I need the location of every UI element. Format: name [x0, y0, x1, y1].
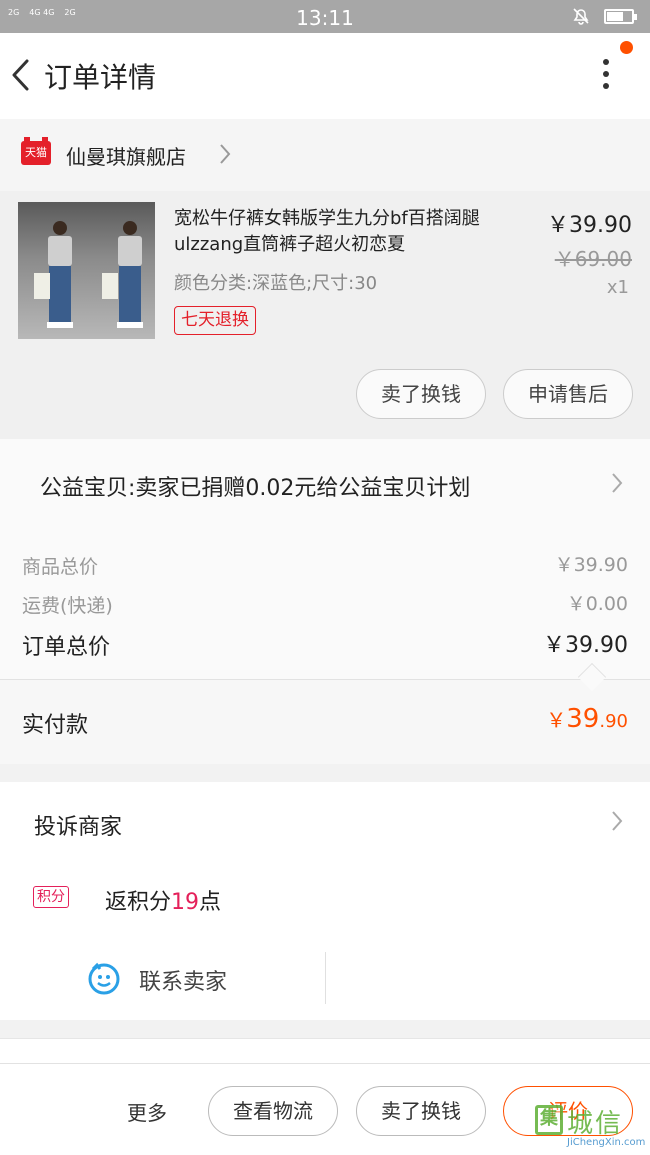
tote-bag-icon-2: [102, 273, 118, 299]
paid-currency: ￥: [546, 708, 567, 732]
points-value: 19: [171, 890, 200, 915]
product-title[interactable]: 宽松牛仔裤女韩版学生九分bf百搭阔腿ulzzang直筒裤子超火初恋夏: [174, 206, 526, 258]
actual-paid-value: ￥39.90: [546, 704, 628, 734]
page-title: 订单详情: [44, 61, 157, 94]
shop-name[interactable]: 仙曼琪旗舰店: [66, 141, 186, 170]
chevron-right-icon: [218, 142, 232, 172]
points-reward-text: 返积分19点: [105, 884, 221, 916]
more-menu-icon[interactable]: [596, 59, 616, 95]
contact-seller-button[interactable]: 联系卖家: [139, 964, 227, 996]
goods-total-label: 商品总价: [22, 556, 99, 578]
order-actions: 投诉商家 积分 返积分19点 联系卖家: [0, 782, 650, 1020]
watermark-name: 城信: [567, 1109, 624, 1139]
view-logistics-button[interactable]: 查看物流: [208, 1086, 338, 1136]
tote-bag-icon: [34, 273, 50, 299]
status-bar: 2G 4G 4G 2G 13:11: [0, 0, 650, 33]
product-attributes: 颜色分类:深蓝色;尺寸:30: [174, 273, 378, 294]
shipping-label: 运费(快递): [22, 595, 113, 617]
goods-total-value: ￥39.90: [554, 554, 628, 576]
shipping-value: ￥0.00: [566, 593, 628, 615]
actual-paid-label: 实付款: [22, 713, 89, 738]
more-options-button[interactable]: 更多: [127, 1097, 167, 1126]
after-sale-button[interactable]: 申请售后: [503, 369, 633, 419]
model-figure-icon: [46, 221, 74, 333]
product-card: 宽松牛仔裤女韩版学生九分bf百搭阔腿ulzzang直筒裤子超火初恋夏 颜色分类:…: [0, 191, 650, 439]
section-spacer: [0, 1038, 650, 1064]
vertical-divider: [325, 952, 326, 1004]
watermark-site: JiChengXin.com: [567, 1137, 646, 1148]
paid-integer: 39: [566, 704, 600, 734]
sell-for-cash-button-bottom[interactable]: 卖了换钱: [356, 1086, 486, 1136]
complain-seller-link[interactable]: 投诉商家: [34, 809, 122, 841]
watermark-logo-icon: 集: [535, 1105, 563, 1135]
product-price: ￥39.90: [547, 213, 632, 238]
chevron-right-icon-complain: [610, 809, 624, 839]
app-header: 订单详情: [0, 33, 650, 119]
site-watermark: 集 城信 JiChengXin.com: [535, 1103, 647, 1153]
actual-paid-row: 实付款 ￥39.90: [0, 679, 650, 764]
paid-cents: .90: [599, 711, 628, 732]
product-quantity: x1: [606, 277, 629, 298]
points-suffix: 点: [199, 890, 222, 915]
tmall-logo-icon: 天猫: [21, 137, 51, 165]
charity-notice[interactable]: 公益宝贝:卖家已捐赠0.02元给公益宝贝计划: [40, 470, 470, 502]
status-time: 13:11: [296, 6, 354, 30]
order-total-label: 订单总价: [22, 635, 111, 660]
model-figure-icon-2: [116, 221, 144, 333]
notification-dot: [620, 41, 633, 54]
wangwang-chat-icon[interactable]: [87, 961, 121, 995]
order-total-value: ￥39.90: [543, 633, 628, 658]
seven-day-return-badge: 七天退换: [174, 306, 256, 335]
points-badge: 积分: [33, 886, 69, 908]
mute-bell-icon: [571, 6, 591, 30]
product-original-price: ￥69.00: [554, 247, 632, 271]
order-summary: 公益宝贝:卖家已捐赠0.02元给公益宝贝计划 商品总价 ￥39.90 运费(快递…: [0, 439, 650, 692]
product-thumbnail[interactable]: [18, 202, 155, 339]
shop-row[interactable]: 天猫 仙曼琪旗舰店: [0, 119, 650, 191]
chevron-right-icon-charity: [610, 471, 624, 501]
back-arrow-icon[interactable]: [7, 55, 37, 95]
sell-for-cash-button[interactable]: 卖了换钱: [356, 369, 486, 419]
battery-icon: [604, 9, 637, 24]
points-prefix: 返积分: [105, 890, 172, 915]
